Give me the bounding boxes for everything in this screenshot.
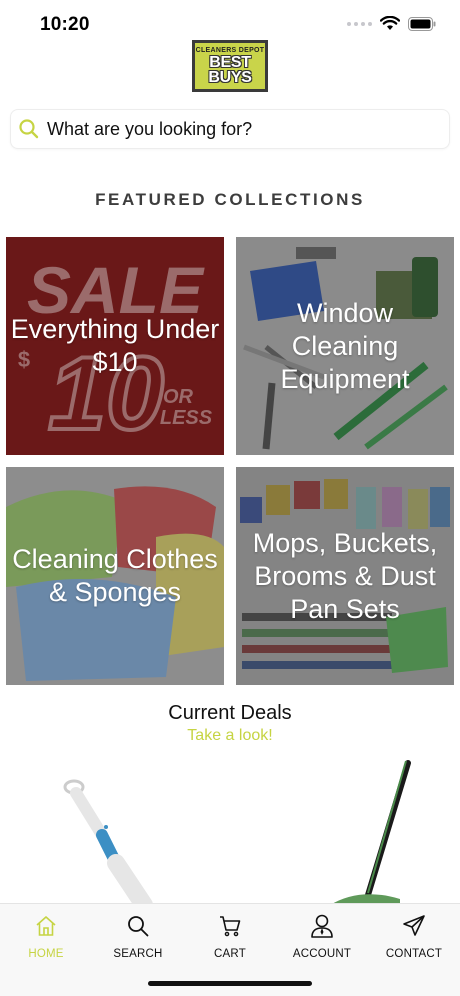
tab-label: CART (214, 948, 246, 960)
logo-line-1: BEST (209, 54, 251, 71)
cart-icon (220, 916, 241, 937)
take-a-look-link[interactable]: Take a look! (0, 727, 460, 745)
collection-label: Mops, Buckets, Brooms & Dust Pan Sets (252, 527, 438, 624)
tab-home[interactable]: HOME (0, 912, 92, 964)
send-icon (403, 915, 425, 936)
collection-label: Window Cleaning Equipment (280, 297, 410, 394)
battery-icon (408, 16, 436, 31)
featured-collections-title: FEATURED COLLECTIONS (95, 190, 365, 209)
search-icon (19, 119, 39, 139)
tab-contact[interactable]: CONTACT (368, 912, 460, 964)
status-time: 10:20 (40, 14, 90, 35)
collection-tile-cloths-sponges[interactable]: Cleaning Clothes & Sponges (6, 467, 224, 685)
store-logo[interactable]: CLEANERS DEPOT BEST BUYS (192, 40, 268, 92)
collection-label: Cleaning Clothes & Sponges (12, 544, 218, 607)
search-bar[interactable] (10, 109, 450, 149)
tab-search[interactable]: SEARCH (92, 912, 184, 964)
home-icon (36, 916, 56, 936)
tab-label: CONTACT (385, 948, 443, 960)
tab-account[interactable]: ACCOUNT (276, 912, 368, 964)
collection-tile-under-10[interactable]: SALE $ 10 OR LESS Everything Under $10 (6, 237, 224, 455)
tab-label: SEARCH (113, 948, 163, 960)
collection-tile-mops-buckets[interactable]: Mops, Buckets, Brooms & Dust Pan Sets (236, 467, 454, 685)
collection-label: Everything Under $10 (10, 314, 220, 377)
tab-cart[interactable]: CART (184, 912, 276, 964)
search-input[interactable] (47, 118, 427, 140)
product-image-broom[interactable] (320, 755, 430, 905)
collection-tile-window-cleaning[interactable]: Window Cleaning Equipment (236, 237, 454, 455)
account-icon (311, 914, 333, 938)
status-icons (347, 16, 436, 31)
logo-line-2: BUYS (208, 69, 252, 86)
search-icon (128, 916, 149, 937)
tab-label: HOME (28, 948, 64, 960)
current-deals-title: Current Deals (168, 702, 292, 724)
tab-label: ACCOUNT (292, 948, 352, 960)
signal-icon (347, 21, 372, 26)
wifi-icon (380, 16, 400, 30)
product-image-mop[interactable] (56, 755, 176, 905)
home-indicator[interactable] (148, 981, 312, 986)
